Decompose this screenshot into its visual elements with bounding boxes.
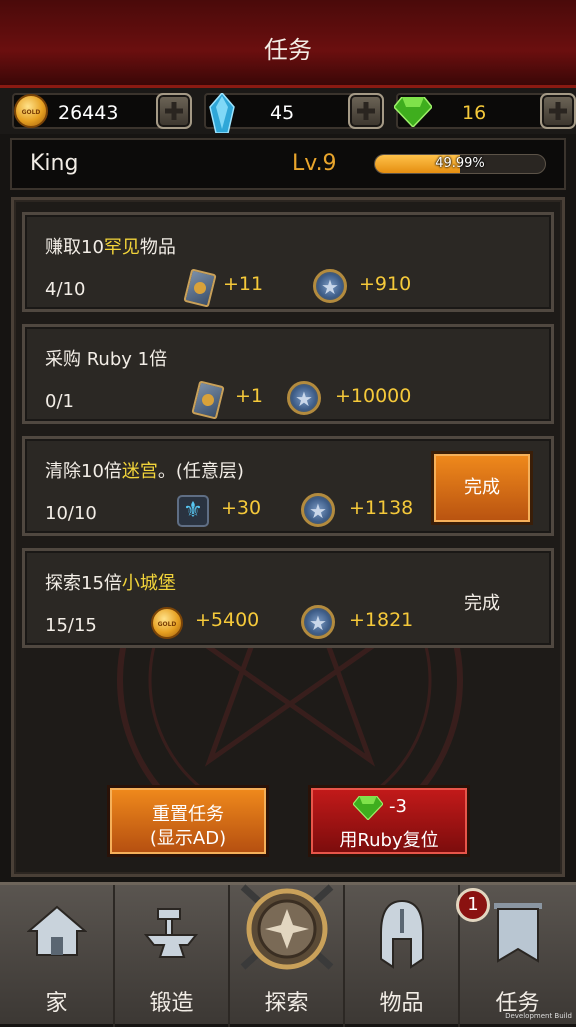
gold-coin-icon: GOLD (14, 94, 48, 128)
nav-explore-label: 探索 (264, 991, 309, 1016)
ruby-reset-button[interactable]: -3 用Ruby复位 (308, 785, 470, 857)
anvil-hammer-icon (143, 908, 198, 958)
reward-value: +11 (223, 273, 264, 295)
crossed-swords-shield-icon (240, 884, 333, 970)
quest-progress: 10/10 (45, 503, 97, 524)
xp-progress-bar: 49.99% (374, 154, 546, 174)
dev-build-label: Development Build (505, 1012, 572, 1020)
quest-item-castle: 探索15倍小城堡 15/15 GOLD +5400 +1821 完成 (22, 548, 554, 648)
page-title: 任务 (264, 36, 312, 64)
gold-coin-icon: GOLD (151, 607, 183, 639)
xp-text: 49.99% (435, 156, 485, 171)
house-icon (26, 905, 87, 956)
add-gold-button[interactable] (156, 93, 192, 129)
crystal-icon (209, 93, 235, 133)
reward-value: +1 (235, 385, 264, 407)
quest-item-buy-ruby: 采购 Ruby 1倍 0/1 +1 +10000 (22, 324, 554, 424)
quest-title: 赚取10罕见物品 (45, 237, 176, 258)
quest-title: 采购 Ruby 1倍 (45, 349, 168, 370)
crystal-value: 45 (270, 102, 295, 124)
medal-icon (287, 381, 321, 415)
gold-value: 26443 (58, 102, 119, 124)
ruby-counter: 16 (394, 93, 576, 129)
add-crystal-button[interactable] (348, 93, 384, 129)
helmet-icon (379, 899, 424, 969)
reset-label: 重置任务 (152, 804, 224, 825)
card-icon (183, 268, 217, 308)
quest-item-maze: 清除10倍迷宫。(任意层) 10/10 ⚜ +30 +1138 完成 (22, 436, 554, 536)
card-icon (191, 380, 225, 420)
quests-notification-badge: 1 (456, 888, 490, 922)
medal-icon (301, 605, 335, 639)
ruby-cost: -3 (389, 796, 407, 817)
fleur-icon: ⚜ (177, 495, 209, 527)
completed-label: 完成 (464, 593, 500, 614)
add-ruby-button[interactable] (540, 93, 576, 129)
complete-button[interactable]: 完成 (431, 451, 533, 525)
nav-explore[interactable]: 探索 (230, 884, 345, 1027)
nav-home[interactable]: 家 (0, 885, 115, 1027)
gold-counter: GOLD 26443 (12, 93, 192, 129)
ruby-reset-label: 用Ruby复位 (339, 830, 439, 851)
reward-value: +1138 (349, 497, 414, 519)
resource-bar: GOLD 26443 45 16 (0, 88, 576, 134)
ruby-value: 16 (462, 102, 487, 124)
quest-title: 探索15倍小城堡 (45, 573, 176, 594)
title-bar: 任务 (0, 0, 576, 88)
nav-forge-label: 锻造 (149, 991, 194, 1016)
reward-value: +5400 (195, 609, 260, 631)
player-profile: King Lv.9 49.99% (10, 138, 566, 190)
quest-item-rare-items: 赚取10罕见物品 4/10 +11 +910 (22, 212, 554, 312)
nav-forge[interactable]: 锻造 (115, 885, 230, 1027)
quest-progress: 0/1 (45, 391, 74, 412)
reset-sublabel: (显示AD) (149, 828, 227, 849)
reward-value: +1821 (349, 609, 414, 631)
medal-icon (301, 493, 335, 527)
nav-items[interactable]: 物品 (345, 885, 460, 1027)
medal-icon (313, 269, 347, 303)
nav-items-label: 物品 (379, 991, 424, 1016)
nav-home-label: 家 (45, 991, 68, 1016)
banner-icon (493, 903, 542, 963)
reward-value: +10000 (335, 385, 412, 407)
player-name: King (30, 151, 79, 176)
quest-progress: 4/10 (45, 279, 86, 300)
quest-progress: 15/15 (45, 615, 97, 636)
crystal-counter: 45 (204, 93, 384, 133)
quest-title: 清除10倍迷宫。(任意层) (45, 461, 244, 482)
reward-value: +30 (221, 497, 262, 519)
reward-value: +910 (359, 273, 412, 295)
emerald-icon (394, 97, 432, 127)
player-level: Lv.9 (292, 151, 337, 176)
reset-quests-ad-button[interactable]: 重置任务 (显示AD) (107, 785, 269, 857)
emerald-icon (353, 796, 383, 820)
